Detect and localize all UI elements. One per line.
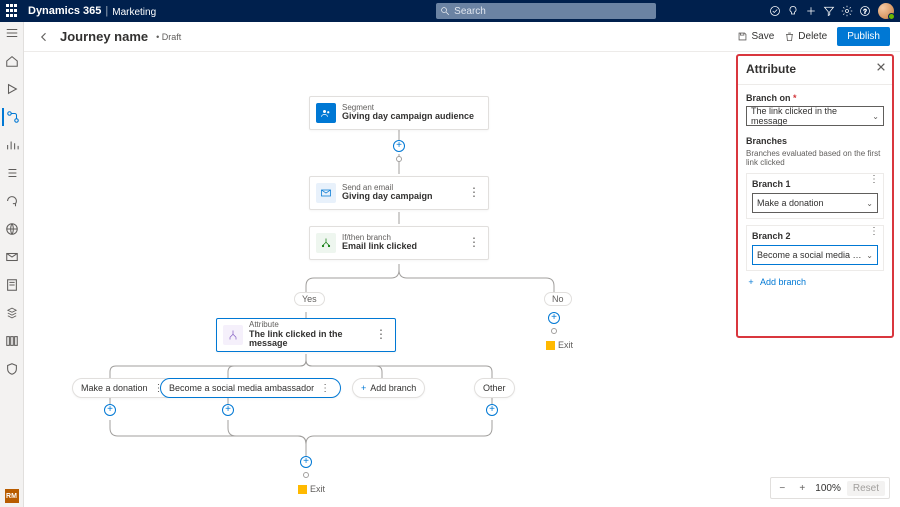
panel-close-button[interactable] <box>876 62 886 75</box>
node-more-icon[interactable]: ⋮ <box>373 333 389 337</box>
connector-dot <box>303 472 309 478</box>
zoom-out-button[interactable]: − <box>775 483 789 494</box>
zoom-in-button[interactable]: + <box>795 483 809 494</box>
chevron-down-icon: ⌄ <box>866 251 873 260</box>
journey-status: • Draft <box>156 32 181 42</box>
add-icon[interactable] <box>802 5 820 17</box>
search-input[interactable] <box>454 6 652 17</box>
brand-area: Marketing <box>112 7 156 18</box>
add-step-button[interactable]: + <box>300 456 312 468</box>
node-send-email[interactable]: Send an emailGiving day campaign ⋮ <box>309 176 489 210</box>
nav-analytics-icon[interactable] <box>2 136 22 154</box>
exit-icon <box>298 485 307 494</box>
add-step-button[interactable]: + <box>222 404 234 416</box>
add-step-button[interactable]: + <box>486 404 498 416</box>
nav-form-icon[interactable] <box>2 276 22 294</box>
branch-2-box: Branch 2 ⋮ Become a social media ambassa… <box>746 225 884 271</box>
branches-subtext: Branches evaluated based on the first li… <box>746 149 884 167</box>
panel-title: Attribute <box>746 62 884 76</box>
branch-2-select[interactable]: Become a social media ambassador⌄ <box>752 245 878 265</box>
branch-pill-2[interactable]: Become a social media ambassador⋮ <box>160 378 341 398</box>
node-if-then[interactable]: If/then branchEmail link clicked ⋮ <box>309 226 489 260</box>
nav-refresh-icon[interactable] <box>2 192 22 210</box>
branch-on-select[interactable]: The link clicked in the message⌄ <box>746 106 884 126</box>
global-search[interactable] <box>436 3 656 19</box>
branch-more-icon[interactable]: ⋮ <box>869 230 879 233</box>
branch-label-no: No <box>544 292 572 306</box>
add-branch-pill[interactable]: +Add branch <box>352 378 425 398</box>
nav-columns-icon[interactable] <box>2 332 22 350</box>
page-title: Journey name <box>60 29 148 44</box>
publish-button[interactable]: Publish <box>837 27 890 46</box>
nav-journey-icon[interactable] <box>2 108 22 126</box>
help-icon[interactable]: ? <box>856 5 874 17</box>
nav-security-icon[interactable] <box>2 360 22 378</box>
left-nav-rail: RM <box>0 22 24 507</box>
divider: | <box>105 5 108 17</box>
nav-home-icon[interactable] <box>2 52 22 70</box>
brand-name: Dynamics 365 <box>28 5 101 17</box>
delete-button[interactable]: Delete <box>784 31 827 42</box>
branch-1-box: Branch 1 ⋮ Make a donation⌄ <box>746 173 884 219</box>
assist-icon[interactable] <box>766 5 784 17</box>
nav-layers-icon[interactable] <box>2 304 22 322</box>
branch-on-label: Branch on * <box>746 93 884 103</box>
exit-marker: Exit <box>546 340 573 350</box>
zoom-level: 100% <box>815 483 841 494</box>
branch-label-yes: Yes <box>294 292 325 306</box>
plus-icon: + <box>746 277 756 287</box>
exit-marker: Exit <box>298 484 325 494</box>
nav-globe-icon[interactable] <box>2 220 22 238</box>
back-button[interactable] <box>34 27 54 47</box>
search-icon <box>440 6 450 16</box>
nav-mail-icon[interactable] <box>2 248 22 266</box>
node-segment[interactable]: SegmentGiving day campaign audience <box>309 96 489 130</box>
zoom-toolbar: − + 100% Reset <box>770 477 890 499</box>
branch-more-icon[interactable]: ⋮ <box>869 178 879 181</box>
exit-icon <box>546 341 555 350</box>
connector-dot <box>396 156 402 162</box>
connector-dot <box>551 328 557 334</box>
filter-icon[interactable] <box>820 5 838 17</box>
lightbulb-icon[interactable] <box>784 5 802 17</box>
branch-icon <box>316 233 336 253</box>
add-step-button[interactable]: + <box>393 140 405 152</box>
branches-label: Branches <box>746 136 884 146</box>
attribute-icon <box>223 325 243 345</box>
node-attribute[interactable]: AttributeThe link clicked in the message… <box>216 318 396 352</box>
app-launcher-icon[interactable] <box>6 4 20 18</box>
branch-1-select[interactable]: Make a donation⌄ <box>752 193 878 213</box>
attribute-panel: Attribute Branch on * The link clicked i… <box>736 54 894 338</box>
node-more-icon[interactable]: ⋮ <box>466 241 482 245</box>
branch-pill-other[interactable]: Other <box>474 378 515 398</box>
add-step-button[interactable]: + <box>548 312 560 324</box>
node-more-icon[interactable]: ⋮ <box>466 191 482 195</box>
pill-more-icon[interactable]: ⋮ <box>318 387 332 390</box>
mail-icon <box>316 183 336 203</box>
people-icon <box>316 103 336 123</box>
nav-menu-icon[interactable] <box>2 24 22 42</box>
svg-text:?: ? <box>863 9 867 15</box>
chevron-down-icon: ⌄ <box>866 199 873 208</box>
add-branch-button[interactable]: +Add branch <box>746 277 884 287</box>
add-step-button[interactable]: + <box>104 404 116 416</box>
nav-list-icon[interactable] <box>2 164 22 182</box>
nav-persona-tile[interactable]: RM <box>5 489 19 503</box>
save-button[interactable]: Save <box>737 31 774 42</box>
user-avatar[interactable] <box>878 3 894 19</box>
settings-icon[interactable] <box>838 5 856 17</box>
nav-play-icon[interactable] <box>2 80 22 98</box>
zoom-reset-button[interactable]: Reset <box>847 481 885 496</box>
chevron-down-icon: ⌄ <box>872 112 879 121</box>
